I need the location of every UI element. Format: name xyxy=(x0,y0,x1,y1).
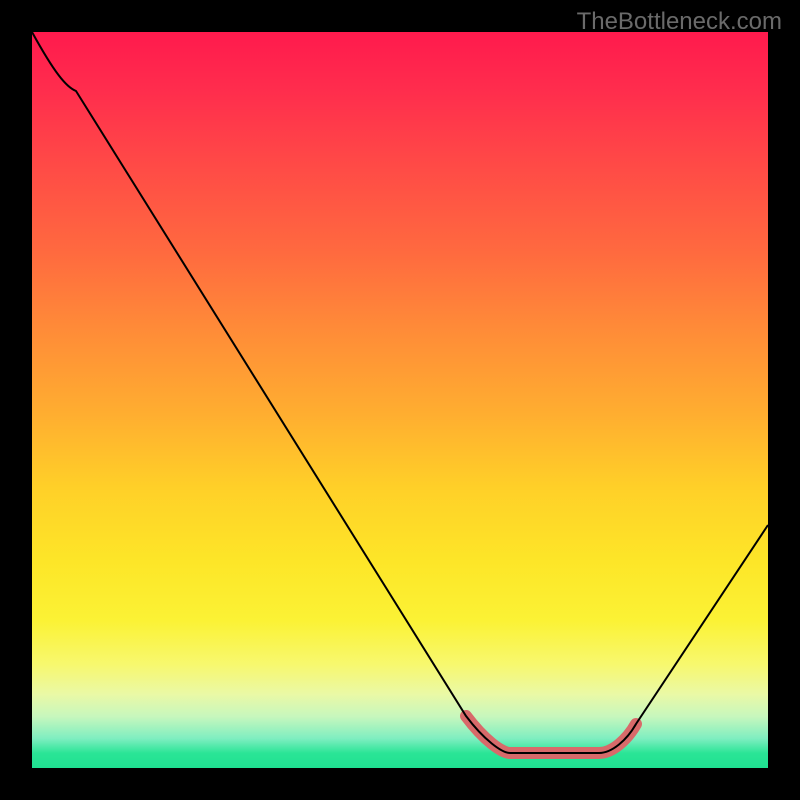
chart-frame xyxy=(0,0,800,800)
watermark-text: TheBottleneck.com xyxy=(577,8,782,36)
chart-plot-area xyxy=(32,32,768,768)
optimal-range-highlight xyxy=(466,716,636,753)
chart-svg xyxy=(32,32,768,768)
bottleneck-curve xyxy=(32,32,768,753)
